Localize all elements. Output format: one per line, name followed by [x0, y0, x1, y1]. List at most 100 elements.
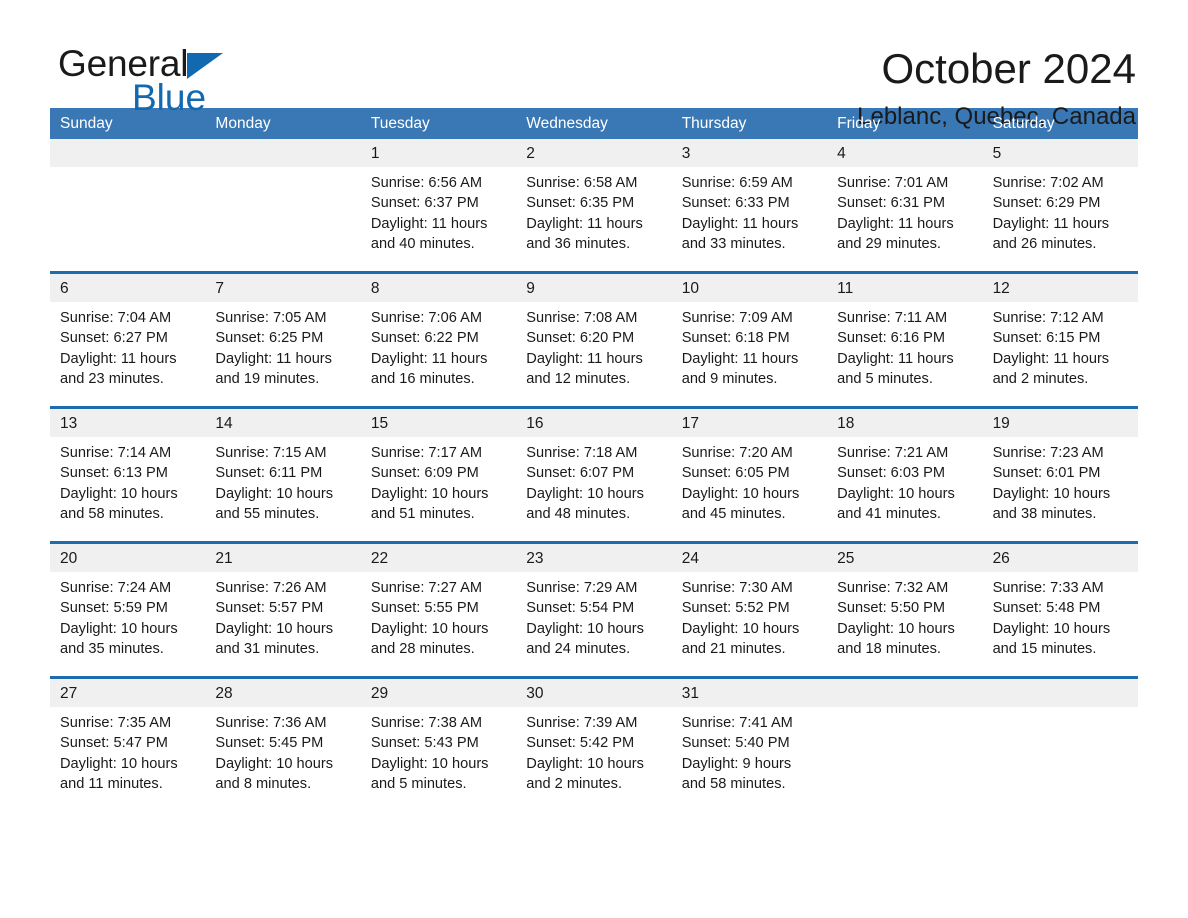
day-sunrise-text: Sunrise: 7:04 AM — [60, 310, 172, 326]
day-sunset-text: Sunset: 5:47 PM — [60, 735, 168, 752]
day-number[interactable]: 27 — [50, 684, 205, 703]
day-number[interactable]: 19 — [983, 414, 1138, 433]
day-cell[interactable]: Sunrise: 7:08 AM Sunset: 6:20 PM Daylight:… — [516, 308, 671, 394]
day-number[interactable]: 30 — [516, 684, 671, 703]
day-cell[interactable]: Sunrise: 7:30 AM Sunset: 5:52 PM Daylight:… — [672, 578, 827, 664]
day-number[interactable]: 26 — [983, 549, 1138, 568]
day-sunset-text: Sunset: 6:15 PM — [992, 330, 1101, 347]
day-number[interactable]: 5 — [983, 144, 1138, 163]
day-cell[interactable]: Sunrise: 7:02 AM Sunset: 6:29 PM Daylight:… — [983, 173, 1138, 259]
day-daylight-line1-text: Daylight: 10 hours — [215, 485, 334, 502]
day-number[interactable]: 13 — [50, 414, 205, 433]
day-cell[interactable]: Sunrise: 7:29 AM Sunset: 5:54 PM Daylight:… — [516, 578, 671, 664]
day-daylight-line2-text: and 21 minutes. — [681, 640, 786, 657]
day-number[interactable]: 18 — [827, 414, 982, 433]
day-daylight-line2-text: and 29 minutes. — [837, 235, 941, 252]
day-cell[interactable]: Sunrise: 7:32 AM Sunset: 5:50 PM Daylight:… — [827, 578, 982, 664]
day-sunrise-text: Sunrise: 7:36 AM — [215, 715, 327, 731]
day-sunrise-text: Sunrise: 7:32 AM — [837, 580, 949, 596]
day-number[interactable]: 6 — [50, 279, 205, 298]
day-cell[interactable]: Sunrise: 7:09 AM Sunset: 6:18 PM Daylight:… — [672, 308, 827, 394]
day-number[interactable]: 20 — [50, 549, 205, 568]
day-number[interactable]: 3 — [672, 144, 827, 163]
day-sunrise-text: Sunrise: 7:27 AM — [370, 580, 482, 596]
day-sunset-text: Sunset: 5:43 PM — [370, 735, 479, 752]
day-daylight-line1-text: Daylight: 10 hours — [837, 620, 955, 637]
day-number[interactable]: 2 — [516, 144, 671, 163]
day-cell[interactable]: Sunrise: 7:20 AM Sunset: 6:05 PM Daylight:… — [672, 443, 827, 529]
day-sunrise-text: Sunrise: 7:08 AM — [526, 310, 638, 326]
day-daylight-line1-text: Daylight: 11 hours — [992, 350, 1110, 367]
day-number-band: 20 21 22 23 24 25 26 — [50, 544, 1138, 572]
day-cell[interactable]: Sunrise: 7:35 AM Sunset: 5:47 PM Daylight:… — [50, 713, 205, 799]
day-sunset-text: Sunset: 6:11 PM — [215, 465, 323, 482]
day-cell[interactable]: Sunrise: 7:18 AM Sunset: 6:07 PM Daylight:… — [516, 443, 671, 529]
day-sunset-text: Sunset: 6:20 PM — [526, 330, 635, 347]
day-cell[interactable]: Sunrise: 7:33 AM Sunset: 5:48 PM Daylight:… — [983, 578, 1138, 664]
day-cell[interactable]: Sunrise: 7:41 AM Sunset: 5:40 PM Daylight:… — [672, 713, 827, 799]
day-cell[interactable]: Sunrise: 7:12 AM Sunset: 6:15 PM Daylight:… — [983, 308, 1138, 394]
day-cell[interactable]: Sunrise: 7:36 AM Sunset: 5:45 PM Daylight:… — [205, 713, 360, 799]
day-sunset-text: Sunset: 5:42 PM — [526, 735, 635, 752]
day-number-band: 6 7 8 9 10 11 12 — [50, 274, 1138, 302]
day-cell[interactable]: Sunrise: 7:27 AM Sunset: 5:55 PM Daylight:… — [361, 578, 516, 664]
day-number[interactable]: 15 — [361, 414, 516, 433]
day-daylight-line1-text: Daylight: 11 hours — [681, 350, 799, 367]
day-number[interactable]: 16 — [516, 414, 671, 433]
day-number[interactable]: 28 — [205, 684, 360, 703]
day-cell[interactable]: Sunrise: 7:39 AM Sunset: 5:42 PM Daylight:… — [516, 713, 671, 799]
day-number[interactable]: 21 — [205, 549, 360, 568]
day-cell[interactable]: Sunrise: 7:15 AM Sunset: 6:11 PM Daylight:… — [205, 443, 360, 529]
day-sunrise-text: Sunrise: 7:17 AM — [370, 445, 482, 461]
day-cell[interactable]: Sunrise: 6:58 AM Sunset: 6:35 PM Daylight:… — [516, 173, 671, 259]
day-daylight-line2-text: and 16 minutes. — [370, 370, 475, 387]
day-daylight-line2-text: and 35 minutes. — [60, 640, 164, 657]
day-number[interactable]: 1 — [361, 144, 516, 163]
day-cell[interactable]: Sunrise: 7:26 AM Sunset: 5:57 PM Daylight:… — [205, 578, 360, 664]
day-cell[interactable]: Sunrise: 6:56 AM Sunset: 6:37 PM Daylight:… — [361, 173, 516, 259]
day-cell[interactable]: Sunrise: 7:17 AM Sunset: 6:09 PM Daylight:… — [361, 443, 516, 529]
day-sunrise-text: Sunrise: 7:18 AM — [526, 445, 638, 461]
calendar-week-row: 27 28 29 30 31 Sunrise: 7:35 AM Sunset: 5:47 P… — [50, 676, 1138, 799]
day-number[interactable]: 9 — [516, 279, 671, 298]
day-number[interactable]: 8 — [361, 279, 516, 298]
day-sunrise-text: Sunrise: 7:23 AM — [992, 445, 1104, 461]
day-cell[interactable]: Sunrise: 7:14 AM Sunset: 6:13 PM Daylight:… — [50, 443, 205, 529]
day-daylight-line2-text: and 11 minutes. — [60, 775, 163, 792]
day-sunset-text: Sunset: 6:27 PM — [60, 330, 168, 347]
day-cell[interactable]: Sunrise: 7:11 AM Sunset: 6:16 PM Daylight:… — [827, 308, 982, 394]
day-daylight-line2-text: and 2 minutes. — [992, 370, 1089, 387]
weekday-header-friday: Friday — [837, 115, 881, 132]
day-cell[interactable]: Sunrise: 7:01 AM Sunset: 6:31 PM Daylight:… — [827, 173, 982, 259]
day-cell[interactable]: Sunrise: 7:23 AM Sunset: 6:01 PM Daylight:… — [983, 443, 1138, 529]
day-number[interactable]: 12 — [983, 279, 1138, 298]
day-number[interactable]: 17 — [672, 414, 827, 433]
day-number[interactable]: 14 — [205, 414, 360, 433]
day-cell — [983, 713, 1138, 799]
day-sunrise-text: Sunrise: 7:35 AM — [60, 715, 172, 731]
day-sunrise-text: Sunrise: 6:56 AM — [370, 175, 482, 191]
day-number[interactable]: 4 — [827, 144, 982, 163]
day-cell[interactable]: Sunrise: 7:24 AM Sunset: 5:59 PM Daylight:… — [50, 578, 205, 664]
day-number[interactable]: 29 — [361, 684, 516, 703]
day-cell[interactable]: Sunrise: 7:06 AM Sunset: 6:22 PM Daylight:… — [361, 308, 516, 394]
day-number[interactable]: 25 — [827, 549, 982, 568]
day-number[interactable]: 22 — [361, 549, 516, 568]
day-number[interactable]: 10 — [672, 279, 827, 298]
day-daylight-line1-text: Daylight: 11 hours — [60, 350, 177, 367]
day-number-band: 13 14 15 16 17 18 19 — [50, 409, 1138, 437]
day-daylight-line2-text: and 18 minutes. — [837, 640, 941, 657]
day-cell[interactable]: Sunrise: 7:38 AM Sunset: 5:43 PM Daylight:… — [361, 713, 516, 799]
day-cell[interactable]: Sunrise: 7:04 AM Sunset: 6:27 PM Daylight:… — [50, 308, 205, 394]
day-daylight-line2-text: and 55 minutes. — [215, 505, 320, 522]
day-number[interactable]: 31 — [672, 684, 827, 703]
day-daylight-line1-text: Daylight: 11 hours — [837, 350, 954, 367]
day-number[interactable]: 24 — [672, 549, 827, 568]
day-number[interactable]: 7 — [205, 279, 360, 298]
day-sunrise-text: Sunrise: 7:01 AM — [837, 175, 949, 191]
day-cell[interactable]: Sunrise: 7:21 AM Sunset: 6:03 PM Daylight:… — [827, 443, 982, 529]
day-cell[interactable]: Sunrise: 6:59 AM Sunset: 6:33 PM Daylight:… — [672, 173, 827, 259]
day-cell[interactable]: Sunrise: 7:05 AM Sunset: 6:25 PM Daylight:… — [205, 308, 360, 394]
day-number[interactable]: 11 — [827, 279, 982, 298]
day-number[interactable]: 23 — [516, 549, 671, 568]
